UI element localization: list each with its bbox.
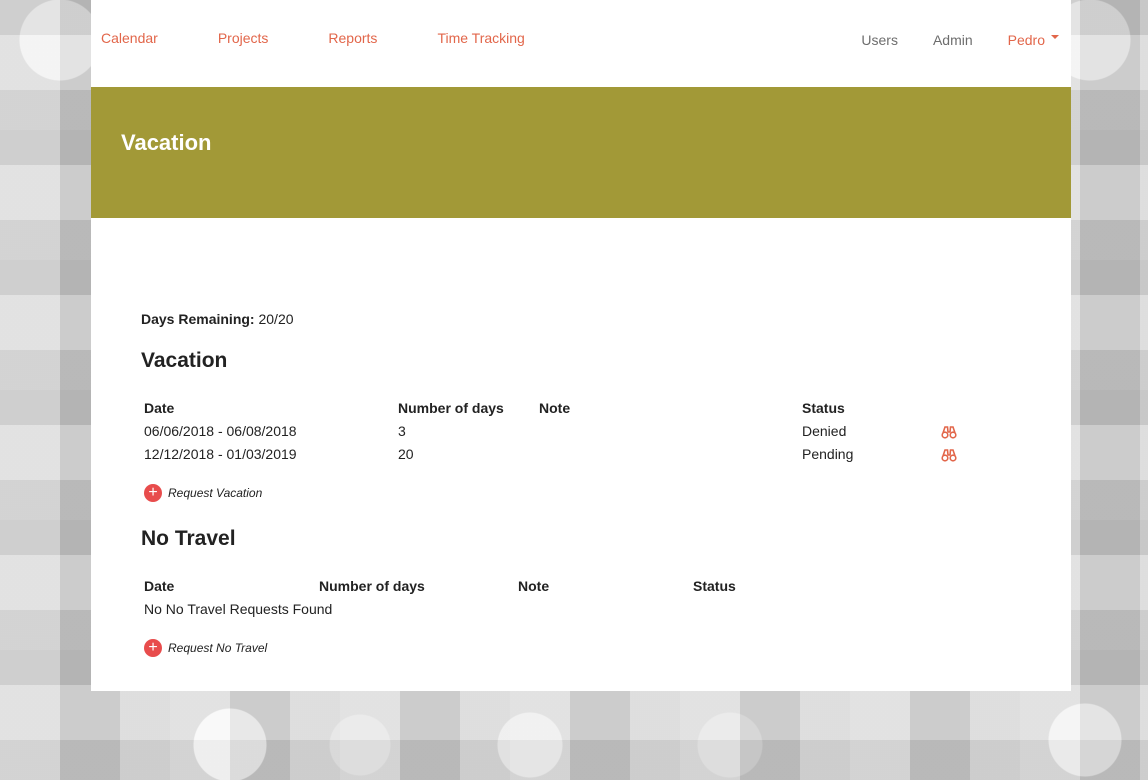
binoculars-icon[interactable]	[941, 425, 957, 439]
header-number-of-days: Number of days	[319, 578, 425, 594]
nav-calendar-link[interactable]: Calendar	[101, 30, 158, 46]
header-date: Date	[144, 400, 175, 416]
no-travel-section-title: No Travel	[141, 527, 236, 550]
row-status: Pending	[802, 446, 854, 462]
plus-circle-icon: +	[144, 484, 162, 502]
request-no-travel-button[interactable]: + Request No Travel	[144, 639, 267, 657]
main-nav: Calendar Projects Reports Time Tracking	[101, 30, 585, 46]
row-days: 20	[398, 446, 414, 462]
nav-reports-link[interactable]: Reports	[328, 30, 377, 46]
days-remaining-value: 20/20	[258, 311, 294, 327]
request-vacation-button[interactable]: + Request Vacation	[144, 484, 262, 502]
top-navigation: Calendar Projects Reports Time Tracking …	[91, 0, 1071, 87]
header-number-of-days: Number of days	[398, 400, 504, 416]
request-no-travel-label: Request No Travel	[168, 641, 268, 655]
plus-circle-icon: +	[144, 639, 162, 657]
user-nav: Users Admin Pedro	[826, 32, 1059, 48]
header-status: Status	[802, 400, 845, 416]
page-banner: Vacation	[91, 87, 1071, 218]
request-vacation-label: Request Vacation	[168, 486, 263, 500]
row-date: 12/12/2018 - 01/03/2019	[144, 446, 297, 462]
user-menu-dropdown[interactable]: Pedro	[1008, 32, 1059, 48]
vacation-section-title: Vacation	[141, 349, 228, 372]
days-remaining: Days Remaining: 20/20	[141, 311, 294, 327]
header-note: Note	[539, 400, 571, 416]
nav-projects-link[interactable]: Projects	[218, 30, 269, 46]
header-status: Status	[693, 578, 736, 594]
caret-down-icon	[1051, 35, 1059, 39]
row-date: 06/06/2018 - 06/08/2018	[144, 423, 297, 439]
row-days: 3	[398, 423, 406, 439]
row-status: Denied	[802, 423, 847, 439]
nav-time-tracking-link[interactable]: Time Tracking	[437, 30, 524, 46]
empty-message: No No Travel Requests Found	[144, 601, 333, 617]
main-content: Days Remaining: 20/20 Vacation Date Numb…	[91, 218, 1071, 691]
nav-admin-link[interactable]: Admin	[933, 32, 973, 48]
days-remaining-label: Days Remaining:	[141, 311, 255, 327]
header-date: Date	[144, 578, 175, 594]
header-note: Note	[518, 578, 550, 594]
binoculars-icon[interactable]	[941, 448, 957, 462]
user-name: Pedro	[1007, 32, 1045, 48]
page-title: Vacation	[121, 130, 212, 155]
nav-users-link[interactable]: Users	[861, 32, 898, 48]
